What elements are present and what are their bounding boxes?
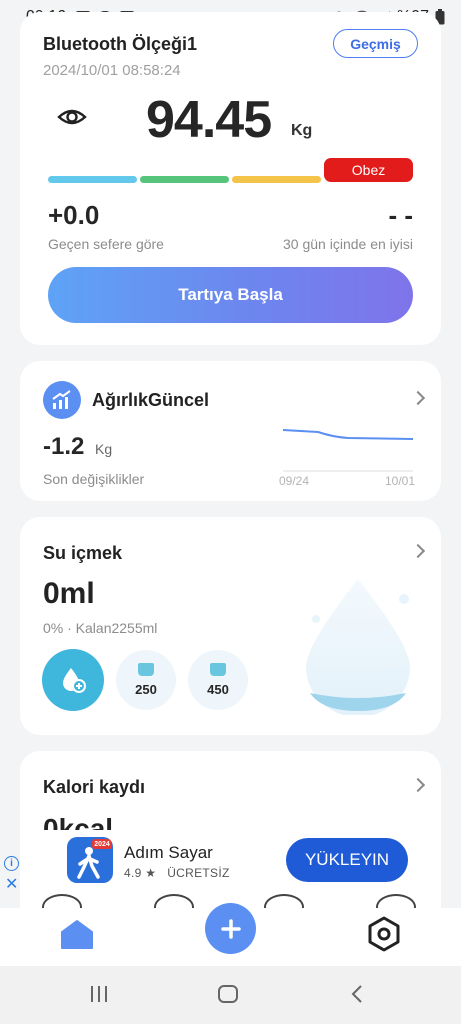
weight-value: 94.45: [146, 91, 272, 149]
settings-icon[interactable]: [366, 916, 402, 952]
trend-chart-icon: [43, 381, 81, 419]
eye-icon[interactable]: [57, 105, 87, 129]
chevron-right-icon[interactable]: [410, 543, 426, 559]
bmi-bar-normal: [140, 176, 229, 183]
chart-start-date: 09/24: [279, 474, 310, 488]
ad-install-button[interactable]: YÜKLEYIN: [286, 838, 408, 882]
cup-250-button[interactable]: 250: [116, 650, 176, 710]
recent-apps-icon[interactable]: [88, 983, 110, 1005]
weight-change-label: Son değişiklikler: [43, 471, 145, 487]
diff-label: Geçen sefere göre: [48, 236, 164, 252]
system-nav-bar: [0, 966, 461, 1024]
measurement-timestamp: 2024/10/01 08:58:24: [43, 62, 181, 79]
weight-trend-card[interactable]: AğırlıkGüncel -1.2 Kg Son değişiklikler …: [20, 361, 441, 501]
ad-app-name[interactable]: Adım Sayar: [124, 843, 213, 863]
weight-change-value: -1.2: [43, 433, 85, 460]
back-icon[interactable]: [347, 983, 369, 1005]
device-name: Bluetooth Ölçeği1: [43, 34, 198, 54]
bmi-bar-underweight: [48, 176, 137, 183]
home-button-icon[interactable]: [217, 983, 239, 1005]
calorie-title: Kalori kaydı: [43, 777, 146, 797]
chevron-right-icon[interactable]: [410, 777, 426, 793]
weight-change-unit: Kg: [95, 441, 113, 457]
cup-icon: [138, 663, 154, 676]
weight-unit: Kg: [291, 122, 313, 139]
history-button[interactable]: Geçmiş: [333, 29, 418, 58]
add-icon[interactable]: [205, 903, 256, 954]
scale-card: Bluetooth Ölçeği1 Geçmiş 2024/10/01 08:5…: [20, 12, 441, 345]
ad-app-meta: 4.9 ★ ÜCRETSİZ: [124, 866, 230, 880]
cup-450-button[interactable]: 450: [188, 650, 248, 710]
cup-450-label: 450: [207, 682, 229, 697]
diff-value: +0.0: [48, 200, 100, 230]
chart-end-date: 10/01: [385, 474, 416, 488]
ad-close-icon[interactable]: ✕: [5, 874, 18, 894]
add-water-button[interactable]: [42, 649, 104, 711]
ad-year-badge: 2024: [92, 839, 112, 849]
bmi-bar-overweight: [232, 176, 321, 183]
ad-rating: 4.9 ★: [124, 866, 157, 880]
bottom-nav: [0, 903, 461, 966]
weight-trend-title: AğırlıkGüncel: [92, 390, 210, 410]
start-weighing-button[interactable]: Tartıya Başla: [48, 267, 413, 323]
cup-icon: [210, 663, 226, 676]
water-drop-plus-icon: [63, 668, 86, 693]
water-card[interactable]: Su içmek 0ml 0% · Kalan2255ml 250 450: [20, 517, 441, 735]
water-title: Su içmek: [43, 543, 123, 563]
ad-app-icon[interactable]: 2024: [67, 837, 113, 883]
best-label: 30 gün içinde en iyisi: [283, 236, 413, 252]
water-drop-illustration: [306, 579, 410, 715]
ad-price: ÜCRETSİZ: [167, 866, 230, 880]
cup-250-label: 250: [135, 682, 157, 697]
water-remaining: 0% · Kalan2255ml: [43, 620, 158, 636]
weight-mini-chart: [282, 429, 414, 472]
chevron-right-icon[interactable]: [410, 390, 426, 406]
water-amount: 0ml: [43, 577, 95, 610]
home-icon[interactable]: [59, 918, 95, 950]
best-value: - -: [388, 200, 413, 230]
ad-info-icon[interactable]: i: [4, 856, 19, 871]
bmi-category-badge: Obez: [324, 158, 413, 182]
